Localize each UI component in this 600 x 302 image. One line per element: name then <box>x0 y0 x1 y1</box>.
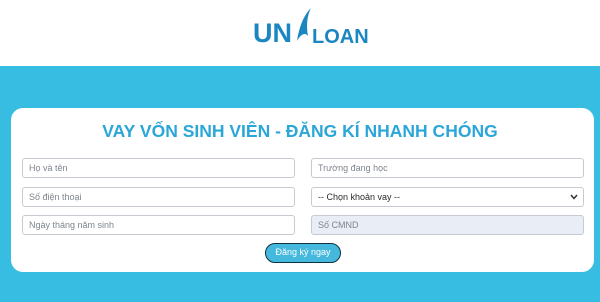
full-name-placeholder: Họ và tên <box>29 163 68 173</box>
unloan-logo[interactable]: UN LOAN <box>253 6 369 48</box>
dob-placeholder: Ngày tháng năm sinh <box>29 220 115 230</box>
school-input[interactable]: Trường đang học <box>311 158 584 178</box>
phone-placeholder: Số điện thoại <box>29 192 82 202</box>
logo-text-un: UN <box>253 18 292 48</box>
loan-select-value: -- Chọn khoản vay -- <box>318 192 401 202</box>
phone-input[interactable]: Số điện thoại <box>22 187 295 207</box>
logo-text-loan: LOAN <box>312 26 369 48</box>
chevron-down-icon <box>570 194 578 200</box>
form-title: VAY VỐN SINH VIÊN - ĐĂNG KÍ NHANH CHÓNG <box>102 121 498 141</box>
register-now-button[interactable]: Đăng ký ngay <box>265 243 341 263</box>
id-number-input[interactable]: Số CMND <box>311 215 584 235</box>
date-of-birth-input[interactable]: Ngày tháng năm sinh <box>22 215 295 235</box>
site-header: UN LOAN <box>0 0 600 66</box>
id-number-placeholder: Số CMND <box>318 220 359 230</box>
loan-amount-select[interactable]: -- Chọn khoản vay -- <box>311 187 584 207</box>
school-placeholder: Trường đang học <box>318 163 388 173</box>
full-name-input[interactable]: Họ và tên <box>22 158 295 178</box>
